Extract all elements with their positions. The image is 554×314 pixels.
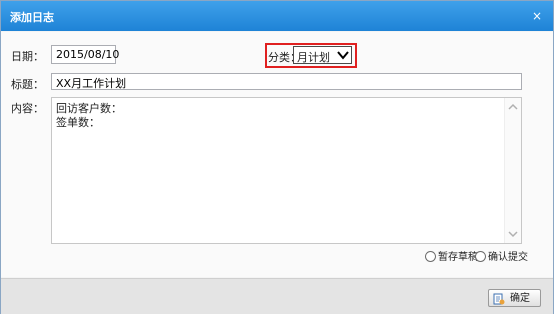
date-value: 2015/08/10 — [56, 48, 120, 61]
add-log-dialog: 添加日志 × 日期： 2015/08/10 分类： 月计划 标题： XX月工作计… — [0, 0, 554, 314]
draft-radio[interactable] — [425, 250, 436, 262]
submit-label: 确认提交 — [488, 252, 528, 263]
confirm-label: 确定 — [510, 293, 530, 304]
dialog-content: 日期： 2015/08/10 分类： 月计划 标题： XX月工作计划 内容： 回… — [1, 32, 553, 277]
content-text: 回访客户数： 签单数： — [56, 102, 122, 130]
content-line: 签单数： — [56, 116, 100, 129]
dialog-titlebar: 添加日志 × — [1, 1, 553, 31]
scroll-up-icon[interactable] — [507, 102, 519, 112]
scroll-down-icon[interactable] — [507, 229, 519, 239]
date-field[interactable]: 2015/08/10 — [51, 45, 120, 64]
category-value: 月计划 — [297, 51, 330, 64]
content-textarea[interactable]: 回访客户数： 签单数： — [51, 97, 522, 244]
confirm-button[interactable]: 确定 — [488, 289, 541, 307]
title-label: 标题： — [11, 78, 44, 91]
draft-option[interactable]: 暂存草稿 — [425, 250, 478, 265]
title-field[interactable]: XX月工作计划 — [51, 73, 522, 90]
content-label: 内容： — [11, 102, 44, 115]
dialog-title: 添加日志 — [10, 11, 54, 24]
confirm-icon — [493, 293, 505, 305]
submit-option[interactable]: 确认提交 — [475, 250, 528, 265]
content-scrollbar[interactable] — [504, 98, 521, 243]
date-label: 日期： — [11, 50, 44, 63]
close-icon[interactable]: × — [529, 8, 545, 24]
dialog-footer: 确定 — [1, 278, 553, 314]
submit-radio[interactable] — [475, 250, 486, 262]
category-select[interactable]: 月计划 — [293, 46, 352, 64]
chevron-down-icon — [337, 51, 349, 60]
content-line: 回访客户数： — [56, 102, 122, 115]
title-value: XX月工作计划 — [56, 77, 127, 90]
draft-label: 暂存草稿 — [438, 252, 478, 263]
